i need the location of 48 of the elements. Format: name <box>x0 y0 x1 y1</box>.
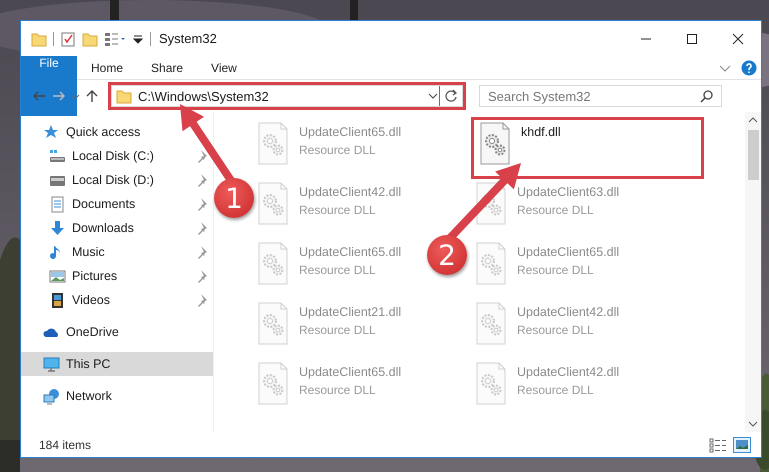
item-count: 184 items <box>39 438 92 452</box>
folder-icon <box>116 88 132 104</box>
gear-file-icon <box>476 302 506 345</box>
gear-file-icon <box>480 122 510 165</box>
nav-item[interactable]: Videos <box>21 288 213 312</box>
search-icon[interactable] <box>700 90 713 102</box>
help-icon[interactable] <box>741 60 757 76</box>
scrollbar-thumb[interactable] <box>748 130 758 180</box>
gear-file-icon <box>258 362 288 405</box>
download-arrow-icon <box>49 220 66 236</box>
scroll-down-icon[interactable] <box>748 420 758 428</box>
gear-file-icon <box>258 122 288 165</box>
details-view-icon[interactable] <box>709 436 727 452</box>
star-icon <box>43 124 60 140</box>
picture-icon <box>49 268 66 284</box>
gear-file-icon <box>476 242 506 285</box>
monitor-icon <box>43 356 60 372</box>
ribbon-tab[interactable]: View <box>197 56 251 79</box>
network-icon <box>43 388 60 404</box>
up-arrow-icon[interactable] <box>85 89 99 103</box>
nav-item[interactable]: Quick access <box>21 120 213 144</box>
nav-item[interactable]: Network <box>21 384 213 408</box>
gear-file-icon <box>476 362 506 405</box>
file-item[interactable]: khdf.dll <box>472 118 703 178</box>
search-field[interactable]: Search System32 <box>480 88 700 104</box>
nav-item[interactable]: Local Disk (C:) <box>21 144 213 168</box>
film-icon <box>49 292 66 308</box>
nav-item[interactable]: Music <box>21 240 213 264</box>
nav-item[interactable]: Local Disk (D:) <box>21 168 213 192</box>
ribbon-tab[interactable]: Home <box>77 56 138 79</box>
window-title: System32 <box>159 31 217 46</box>
search-box[interactable]: Search System32 <box>479 85 722 107</box>
scroll-up-icon[interactable] <box>748 116 758 124</box>
refresh-icon[interactable] <box>444 89 458 103</box>
gear-file-icon <box>258 182 288 225</box>
nav-item[interactable]: OneDrive <box>21 320 213 344</box>
large-icons-view-icon[interactable] <box>733 436 751 452</box>
nav-item[interactable]: This PC <box>21 352 213 376</box>
drive-icon <box>49 148 66 164</box>
properties-icon[interactable] <box>60 30 76 46</box>
customize-toolbar-icon[interactable] <box>104 30 126 46</box>
gear-file-icon <box>258 242 288 285</box>
ribbon-tab[interactable]: Share <box>137 56 198 79</box>
nav-item[interactable]: Downloads <box>21 216 213 240</box>
gear-file-icon <box>258 302 288 345</box>
nav-item[interactable]: Documents <box>21 192 213 216</box>
document-icon <box>49 196 66 212</box>
nav-item[interactable]: Pictures <box>21 264 213 288</box>
